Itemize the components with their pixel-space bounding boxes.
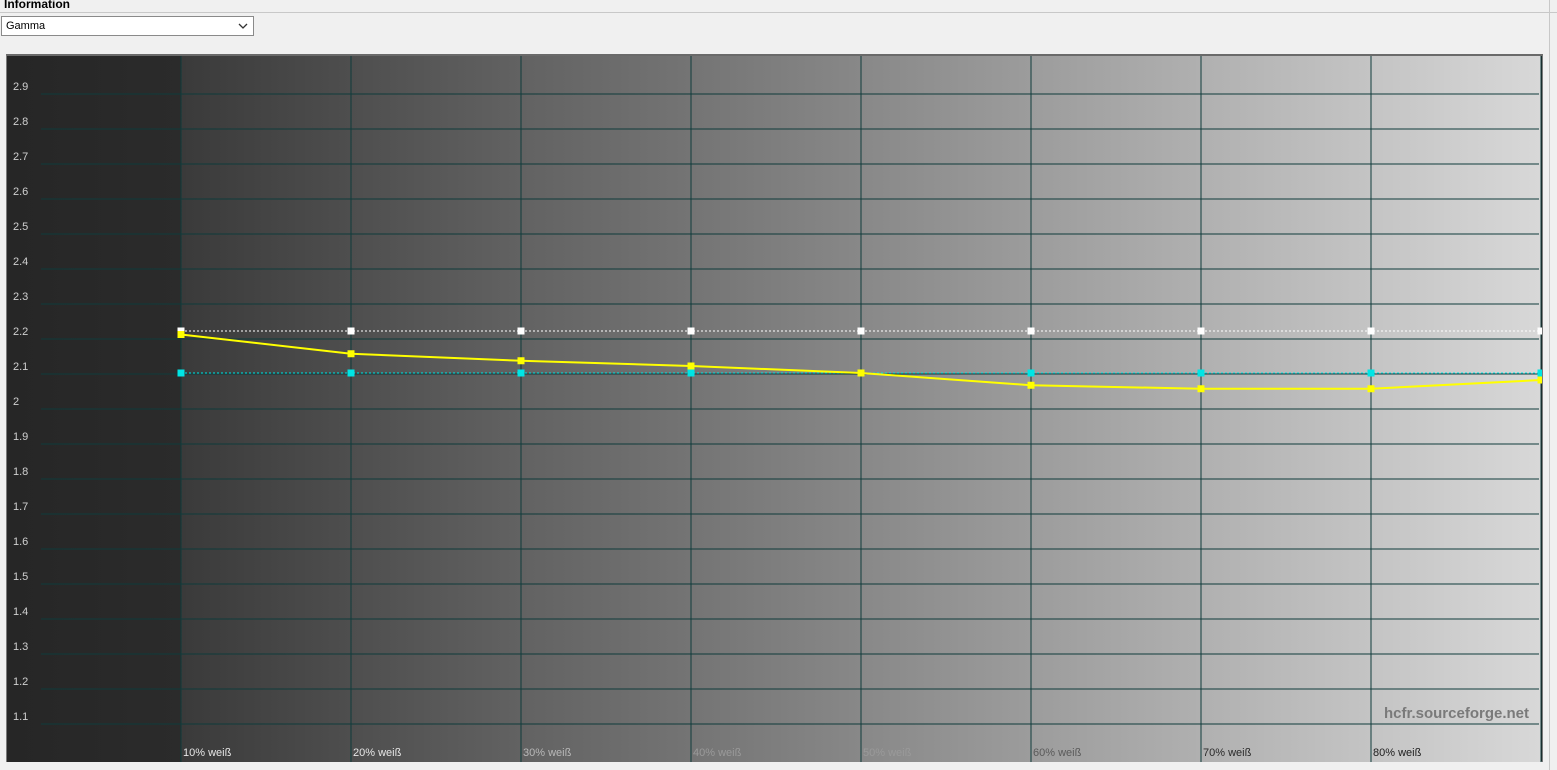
series-point <box>1027 369 1035 377</box>
series-point <box>1367 327 1375 335</box>
graph-type-select[interactable]: Gamma <box>1 16 254 36</box>
series-point <box>1537 327 1542 335</box>
series-point <box>1537 376 1542 384</box>
series-point <box>1197 327 1205 335</box>
series-point <box>1197 385 1205 393</box>
series-point <box>347 350 355 358</box>
series-point <box>1027 327 1035 335</box>
y-tick-label: 2.4 <box>13 256 28 268</box>
series-point <box>687 369 695 377</box>
y-tick-label: 2.2 <box>13 326 28 338</box>
series-point <box>347 369 355 377</box>
y-tick-label: 1.4 <box>13 606 28 618</box>
x-tick-label: 10% weiß <box>183 747 232 759</box>
y-tick-label: 2.7 <box>13 151 28 163</box>
y-tick-label: 2.9 <box>13 81 28 93</box>
y-tick-label: 1.2 <box>13 676 28 688</box>
y-tick-label: 1.9 <box>13 431 28 443</box>
y-tick-label: 2.3 <box>13 291 28 303</box>
series-point <box>857 369 865 377</box>
graph-type-select-value: Gamma <box>6 20 46 32</box>
y-tick-label: 2.1 <box>13 361 28 373</box>
watermark: hcfr.sourceforge.net <box>1384 705 1529 722</box>
y-tick-label: 2.5 <box>13 221 28 233</box>
series-point <box>1367 385 1375 393</box>
y-tick-label: 1.1 <box>13 711 28 723</box>
y-tick-label: 1.7 <box>13 501 28 513</box>
chevron-down-icon <box>238 23 248 29</box>
y-tick-label: 2.8 <box>13 116 28 128</box>
gamma-chart: 2.9 2.8 2.7 2.6 2.5 2.4 2.3 2.2 2.1 2 1.9 1.8 1.7 1.6… <box>7 56 1542 762</box>
series-point <box>177 331 185 338</box>
series-point <box>687 362 695 370</box>
series-point <box>1537 369 1542 377</box>
x-tick-label: 30% weiß <box>523 747 572 759</box>
x-tick-label: 20% weiß <box>353 747 402 759</box>
series-point <box>1197 369 1205 377</box>
y-tick-label: 2 <box>13 396 19 408</box>
y-tick-label: 1.3 <box>13 641 28 653</box>
y-tick-label: 2.6 <box>13 186 28 198</box>
y-tick-label: 1.6 <box>13 536 28 548</box>
series-point <box>517 369 525 377</box>
y-tick-label: 1.5 <box>13 571 28 583</box>
x-tick-label: 60% weiß <box>1033 747 1082 759</box>
gamma-chart-frame: 2.9 2.8 2.7 2.6 2.5 2.4 2.3 2.2 2.1 2 1.9 1.8 1.7 1.6… <box>6 54 1543 762</box>
right-divider <box>1549 0 1550 770</box>
x-tick-label: 80% weiß <box>1373 747 1422 759</box>
title-divider <box>0 12 1557 13</box>
series-point <box>687 327 695 335</box>
series-point <box>517 357 525 365</box>
x-tick-label: 40% weiß <box>693 747 742 759</box>
series-point <box>347 327 355 335</box>
series-point <box>857 327 865 335</box>
series-point <box>517 327 525 335</box>
series-point <box>1367 369 1375 377</box>
series-point <box>1027 381 1035 389</box>
panel-title: Information <box>4 0 70 11</box>
y-tick-label: 1.8 <box>13 466 28 478</box>
series-point <box>177 369 185 377</box>
x-tick-label: 70% weiß <box>1203 747 1252 759</box>
x-tick-label: 50% weiß <box>863 747 912 759</box>
